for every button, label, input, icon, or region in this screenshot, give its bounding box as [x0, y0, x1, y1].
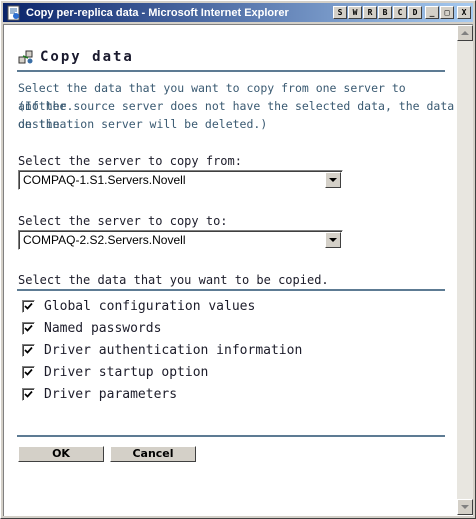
page-content: Copy data Select the data that you want …	[3, 24, 473, 516]
options-divider	[17, 289, 445, 291]
option-driver-authentication[interactable]: Driver authentication information	[22, 343, 302, 358]
chevron-down-icon	[329, 238, 337, 242]
toolbar-button-r[interactable]: R	[363, 6, 377, 19]
data-select-label: Select the data that you want to be copi…	[18, 273, 329, 287]
option-driver-startup[interactable]: Driver startup option	[22, 365, 208, 380]
copy-data-icon	[18, 50, 33, 64]
option-global-configuration[interactable]: Global configuration values	[22, 299, 255, 314]
copy-to-label: Select the server to copy to:	[18, 214, 228, 228]
copy-to-value: COMPAQ-2.S2.Servers.Novell	[23, 233, 186, 247]
option-label: Global configuration values	[44, 299, 256, 314]
global-configuration-checkbox[interactable]	[22, 300, 35, 313]
option-label: Driver startup option	[44, 365, 209, 380]
toolbar-button-w[interactable]: W	[348, 6, 362, 19]
copy-from-value: COMPAQ-1.S1.Servers.Novell	[23, 173, 186, 187]
option-label: Named passwords	[44, 321, 162, 336]
driver-startup-checkbox[interactable]	[22, 366, 35, 379]
ie-page-icon	[7, 5, 20, 20]
option-label: Driver authentication information	[44, 343, 303, 358]
driver-authentication-checkbox[interactable]	[22, 344, 35, 357]
arrow-down-icon	[461, 505, 469, 509]
option-driver-parameters[interactable]: Driver parameters	[22, 387, 177, 402]
checkmark-icon	[24, 368, 33, 376]
copy-to-select[interactable]: COMPAQ-2.S2.Servers.Novell	[18, 230, 343, 250]
checkmark-icon	[24, 324, 33, 332]
driver-parameters-checkbox[interactable]	[22, 388, 35, 401]
option-named-passwords[interactable]: Named passwords	[22, 321, 161, 336]
ok-button[interactable]: OK	[18, 446, 104, 462]
title-bar[interactable]: Copy per-replica data - Microsoft Intern…	[3, 3, 473, 22]
maximize-button[interactable]: □	[440, 6, 454, 19]
chevron-down-icon	[329, 178, 337, 182]
copy-from-select[interactable]: COMPAQ-1.S1.Servers.Novell	[18, 170, 343, 190]
vertical-scrollbar[interactable]	[457, 25, 473, 515]
page-title: Copy data	[40, 49, 134, 65]
scroll-down-button[interactable]	[457, 499, 473, 515]
checkmark-icon	[24, 390, 33, 398]
checkmark-icon	[24, 302, 33, 310]
cancel-button[interactable]: Cancel	[110, 446, 196, 462]
option-label: Driver parameters	[44, 387, 178, 402]
copy-from-dropdown-button[interactable]	[325, 172, 341, 188]
toolbar-button-s[interactable]: S	[333, 6, 347, 19]
minimize-button[interactable]: _	[425, 6, 439, 19]
checkmark-icon	[24, 346, 33, 354]
named-passwords-checkbox[interactable]	[22, 322, 35, 335]
copy-to-dropdown-button[interactable]	[325, 232, 341, 248]
scroll-up-button[interactable]	[457, 25, 473, 41]
copy-from-label: Select the server to copy from:	[18, 154, 242, 168]
page-heading: Copy data	[18, 49, 134, 65]
window-title: Copy per-replica data - Microsoft Intern…	[26, 6, 289, 19]
toolbar-button-d[interactable]: D	[408, 6, 422, 19]
description-line-3: destination server will be deleted.)	[18, 117, 268, 131]
toolbar-button-c[interactable]: C	[393, 6, 407, 19]
heading-divider	[17, 70, 445, 72]
arrow-up-icon	[461, 31, 469, 35]
footer-divider	[17, 435, 445, 437]
close-button[interactable]: X	[457, 6, 471, 19]
toolbar-button-b[interactable]: B	[378, 6, 392, 19]
browser-window: Copy per-replica data - Microsoft Intern…	[0, 0, 476, 519]
